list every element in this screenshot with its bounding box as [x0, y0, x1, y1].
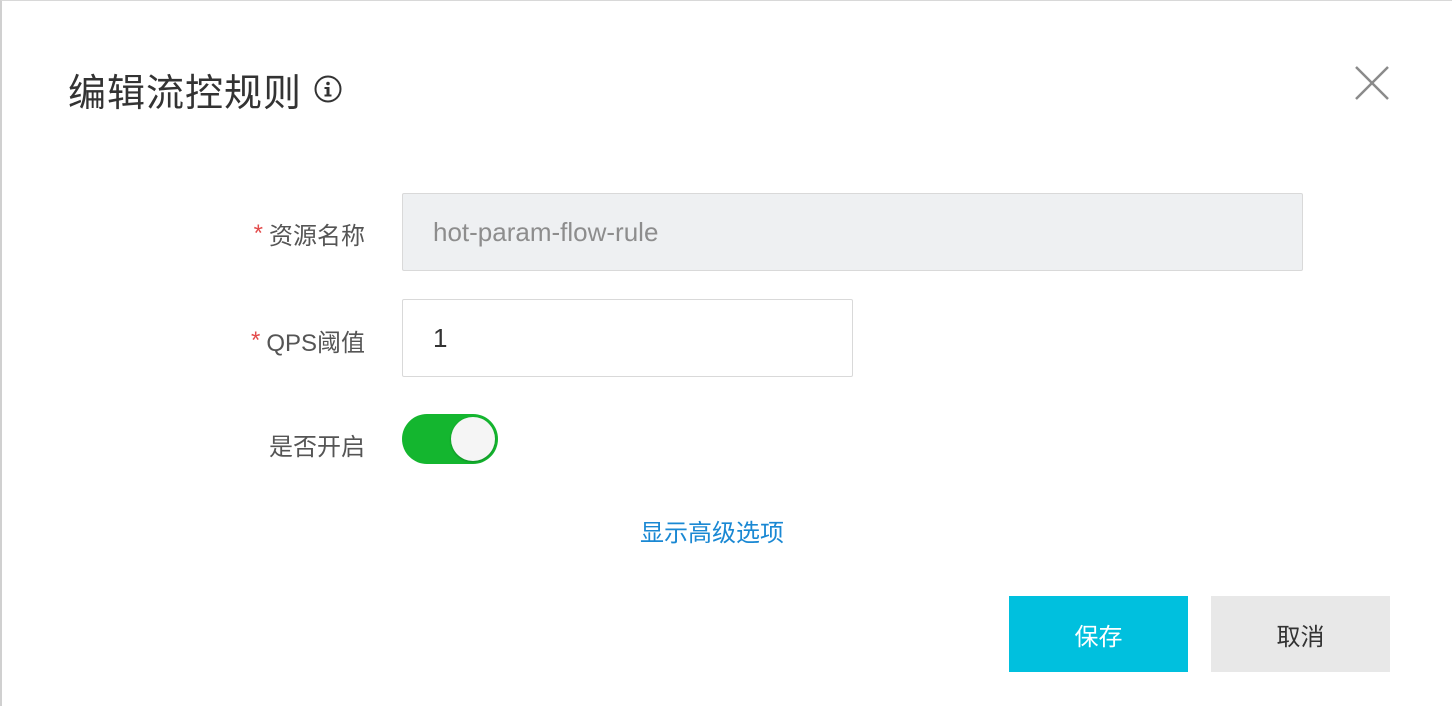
required-marker: * — [253, 219, 263, 247]
dialog-header: 编辑流控规则 — [68, 59, 342, 119]
resource-name-input — [402, 193, 1303, 271]
cancel-button[interactable]: 取消 — [1211, 596, 1390, 672]
edit-flow-rule-dialog: 编辑流控规则 * 资源名称 * QPS阈值 是否开启 — [0, 0, 1452, 706]
required-marker: * — [250, 326, 261, 354]
resource-name-label-text: 资源名称 — [269, 223, 365, 250]
close-icon[interactable] — [1352, 63, 1392, 103]
dialog-title: 编辑流控规则 — [68, 72, 303, 115]
info-circle-icon[interactable] — [314, 75, 342, 103]
resource-name-label: * 资源名称 — [254, 216, 365, 251]
qps-threshold-input[interactable] — [402, 299, 853, 377]
enabled-label-text: 是否开启 — [269, 434, 365, 461]
qps-threshold-label: * QPS阈值 — [251, 323, 365, 358]
save-button[interactable]: 保存 — [1009, 596, 1188, 672]
toggle-knob — [451, 417, 495, 461]
qps-threshold-label-text: QPS阈值 — [266, 330, 365, 357]
show-advanced-options-link[interactable]: 显示高级选项 — [640, 513, 784, 548]
enabled-toggle[interactable] — [402, 414, 498, 464]
enabled-label: 是否开启 — [269, 427, 365, 462]
